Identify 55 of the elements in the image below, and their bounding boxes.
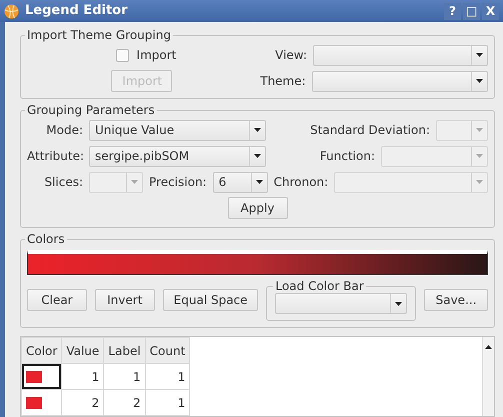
dropdown-arrow-icon bbox=[131, 180, 138, 184]
dropdown-arrow-icon bbox=[476, 154, 483, 158]
dropdown-arrow-icon bbox=[256, 180, 263, 184]
field-label: Chronon: bbox=[274, 174, 328, 191]
group-title: Import Theme Grouping bbox=[26, 28, 172, 42]
table-cell: 1 bbox=[145, 390, 190, 416]
column-header[interactable]: Label bbox=[104, 338, 146, 364]
dropdown[interactable]: Unique Value bbox=[89, 120, 266, 140]
field-label: Slices: bbox=[43, 174, 83, 191]
field-label: Precision: bbox=[149, 174, 207, 191]
column-header[interactable]: Color bbox=[22, 338, 62, 364]
group-title: Grouping Parameters bbox=[26, 103, 156, 117]
dropdown-arrow-icon bbox=[476, 53, 483, 57]
column-header[interactable]: Count bbox=[145, 338, 190, 364]
table-cell: 1 bbox=[104, 364, 146, 390]
dropdown-arrow-icon bbox=[254, 154, 261, 158]
maximize-button[interactable]: □ bbox=[463, 2, 480, 20]
checkbox[interactable] bbox=[116, 48, 129, 62]
action-button[interactable]: Invert bbox=[94, 289, 155, 311]
apply-button[interactable]: Apply bbox=[228, 197, 288, 219]
group-title: Colors bbox=[26, 232, 66, 246]
dropdown-arrow-icon bbox=[254, 128, 261, 132]
field-label: Mode: bbox=[45, 122, 83, 139]
dropdown-arrow-icon bbox=[476, 79, 483, 83]
dropdown[interactable] bbox=[275, 293, 408, 314]
checkbox-label: Import bbox=[136, 47, 176, 64]
dropdown[interactable]: 6 bbox=[212, 172, 268, 192]
table-cell: 2 bbox=[62, 390, 104, 416]
scrollbar[interactable] bbox=[482, 337, 494, 416]
field-label: Theme: bbox=[259, 73, 306, 90]
dropdown[interactable]: sergipe.pibSOM bbox=[89, 146, 266, 166]
color-cell[interactable] bbox=[22, 390, 62, 416]
table-cell: 1 bbox=[145, 364, 190, 390]
dropdown[interactable] bbox=[312, 70, 488, 92]
group-title: Load Color Bar bbox=[274, 279, 365, 293]
dropdown-arrow-icon bbox=[395, 302, 402, 306]
table-cell: 1 bbox=[62, 364, 104, 390]
dropdown-arrow-icon bbox=[476, 128, 483, 132]
field-label: Standard Deviation: bbox=[310, 122, 430, 139]
field-label: View: bbox=[274, 47, 307, 64]
dropdown-arrow-icon bbox=[476, 180, 483, 184]
save-button[interactable]: Save... bbox=[424, 289, 488, 311]
field-label: Attribute: bbox=[27, 148, 83, 165]
app-icon bbox=[4, 4, 19, 18]
color-cell[interactable] bbox=[22, 364, 62, 390]
dropdown[interactable] bbox=[313, 44, 488, 66]
action-button[interactable]: Clear bbox=[27, 289, 87, 311]
column-header[interactable]: Value bbox=[62, 338, 104, 364]
window-title: Legend Editor bbox=[25, 2, 129, 20]
field-label: Function: bbox=[320, 148, 375, 165]
action-button[interactable]: Equal Space bbox=[162, 289, 258, 311]
scroll-up-icon[interactable] bbox=[485, 345, 492, 349]
help-button[interactable]: ? bbox=[444, 2, 461, 20]
close-button[interactable]: X bbox=[482, 2, 499, 20]
table-cell: 2 bbox=[104, 390, 146, 416]
